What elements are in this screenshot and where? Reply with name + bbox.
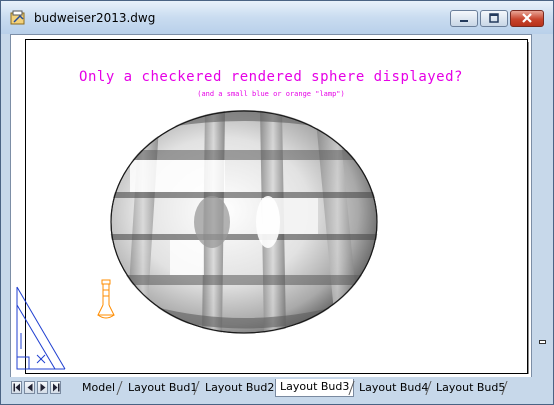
window-title: budweiser2013.dwg bbox=[34, 11, 156, 25]
tab-layout-bud2[interactable]: Layout Bud2 bbox=[201, 380, 278, 396]
drawing-submessage: (and a small blue or orange "lamp") bbox=[197, 90, 345, 98]
dwg-file-icon bbox=[10, 10, 25, 25]
minimize-button[interactable] bbox=[450, 10, 478, 27]
close-button[interactable] bbox=[510, 10, 544, 27]
first-tab-icon[interactable] bbox=[11, 381, 22, 394]
drawing-window: budweiser2013.dwg Only a checkered rende… bbox=[0, 0, 554, 405]
rendered-sphere bbox=[110, 110, 378, 334]
ucs-icon bbox=[16, 286, 66, 370]
minimize-icon bbox=[460, 20, 468, 22]
maximize-button[interactable] bbox=[480, 10, 508, 27]
scroll-corner-marker bbox=[539, 340, 546, 344]
title-bar[interactable]: budweiser2013.dwg bbox=[1, 1, 553, 34]
close-icon bbox=[522, 13, 532, 23]
previous-tab-icon[interactable] bbox=[24, 381, 35, 394]
tab-layout-bud5[interactable]: Layout Bud5 bbox=[432, 380, 509, 396]
tab-model[interactable]: Model bbox=[78, 380, 119, 396]
last-tab-icon[interactable] bbox=[50, 381, 61, 394]
drawing-message: Only a checkered rendered sphere display… bbox=[79, 69, 463, 85]
maximize-icon bbox=[489, 13, 499, 23]
tab-layout-bud1[interactable]: Layout Bud1 bbox=[124, 380, 201, 396]
next-tab-icon[interactable] bbox=[37, 381, 48, 394]
lamp-light-glyph bbox=[97, 279, 115, 319]
layout-canvas[interactable]: Only a checkered rendered sphere display… bbox=[10, 34, 532, 378]
tab-layout-bud3[interactable]: Layout Bud3 bbox=[275, 379, 355, 397]
layout-tab-bar: Model Layout Bud1 Layout Bud2 Layout Bud… bbox=[1, 377, 553, 404]
tab-layout-bud4[interactable]: Layout Bud4 bbox=[355, 380, 432, 396]
